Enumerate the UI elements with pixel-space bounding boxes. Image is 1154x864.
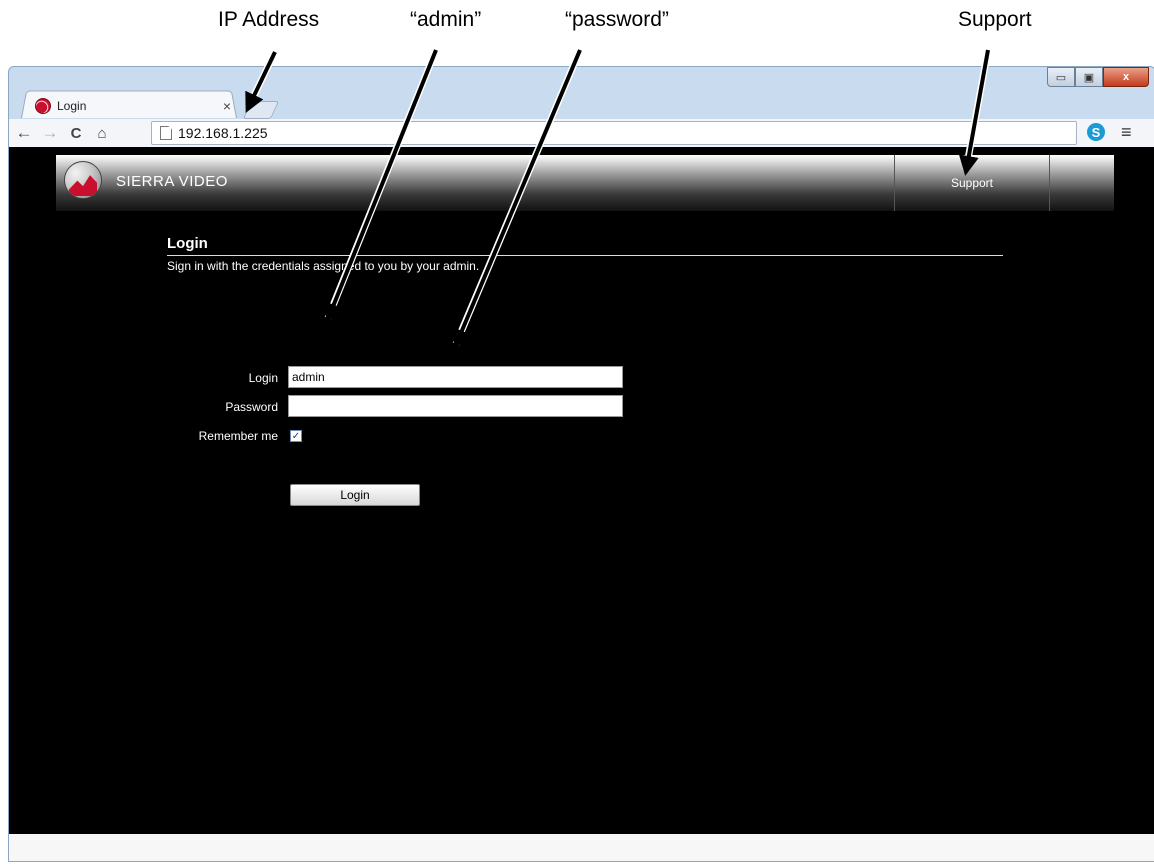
logo-mountain-icon <box>69 175 97 196</box>
remember-me-checkbox[interactable]: ✓ <box>290 430 302 442</box>
login-heading: Login <box>167 235 208 252</box>
login-input[interactable] <box>288 366 623 388</box>
tab-close-icon[interactable]: × <box>223 98 231 114</box>
window-controls: ▭ ▣ x <box>1047 67 1149 87</box>
close-window-button[interactable]: x <box>1103 67 1149 87</box>
browser-toolbar: ← → C ⌂ 192.168.1.225 S ≡ <box>9 119 1154 148</box>
browser-window: Login × ▭ ▣ x ← → C ⌂ 192.168.1.225 S ≡ … <box>8 66 1154 862</box>
minimize-button[interactable]: ▭ <box>1047 67 1075 87</box>
login-button[interactable]: Login <box>290 484 420 506</box>
brand-name[interactable]: SIERRA VIDEO <box>116 173 228 190</box>
annotation-support: Support <box>958 8 1032 31</box>
address-bar[interactable]: 192.168.1.225 <box>151 121 1077 145</box>
support-nav-link[interactable]: Support <box>894 155 1050 211</box>
browser-bottom-area <box>9 834 1154 861</box>
favicon-icon <box>35 98 51 114</box>
tab-title: Login <box>57 99 87 113</box>
new-tab-button[interactable] <box>242 101 280 119</box>
remember-me-label: Remember me <box>198 429 278 443</box>
home-icon[interactable]: ⌂ <box>91 125 113 142</box>
page-icon <box>160 126 172 140</box>
annotation-password: “password” <box>565 8 669 31</box>
title-bar: Login × ▭ ▣ x <box>9 67 1154 119</box>
password-input[interactable] <box>288 395 623 417</box>
browser-menu-icon[interactable]: ≡ <box>1121 122 1132 143</box>
skype-extension-icon[interactable]: S <box>1087 123 1105 141</box>
browser-tab-content[interactable]: Login × <box>35 95 235 117</box>
reload-icon[interactable]: C <box>65 125 87 142</box>
heading-divider <box>167 255 1003 256</box>
url-text: 192.168.1.225 <box>178 125 268 141</box>
sierra-logo-icon[interactable] <box>64 161 102 199</box>
login-instructions: Sign in with the credentials assigned to… <box>167 259 480 273</box>
forward-arrow-icon[interactable]: → <box>39 123 61 143</box>
back-arrow-icon[interactable]: ← <box>13 123 35 143</box>
password-label: Password <box>225 400 278 414</box>
maximize-button[interactable]: ▣ <box>1075 67 1103 87</box>
login-label: Login <box>248 371 278 385</box>
site-header: SIERRA VIDEO Support <box>56 155 1114 211</box>
page-viewport: SIERRA VIDEO Support Login Sign in with … <box>9 147 1154 834</box>
annotation-admin: “admin” <box>410 8 482 31</box>
annotation-ip-address: IP Address <box>218 8 320 31</box>
